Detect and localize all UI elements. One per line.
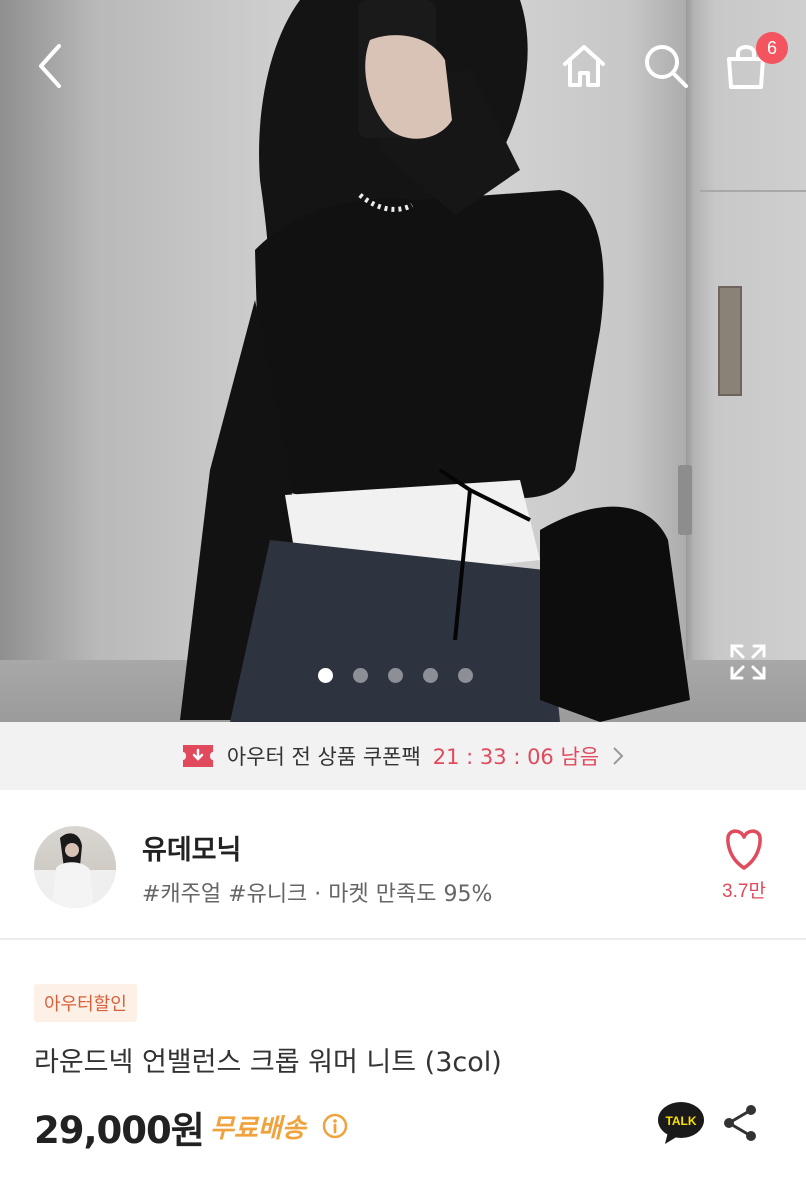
chevron-right-icon xyxy=(613,747,624,765)
black-knit-sweater xyxy=(255,190,604,499)
kakao-talk-icon: TALK xyxy=(658,1102,704,1144)
fullscreen-button[interactable] xyxy=(722,636,774,688)
gallery-dot[interactable] xyxy=(423,668,438,683)
like-count: 3.7만 xyxy=(722,881,766,902)
product-image[interactable] xyxy=(0,0,806,722)
store-avatar[interactable] xyxy=(34,826,116,908)
share-icon xyxy=(724,1105,756,1141)
product-price: 29,000원 xyxy=(34,1109,205,1152)
share-button[interactable] xyxy=(720,1102,762,1144)
expand-icon xyxy=(730,644,766,680)
home-icon xyxy=(563,45,605,87)
denim-jeans xyxy=(230,540,560,722)
info-icon[interactable] xyxy=(322,1113,348,1139)
search-button[interactable] xyxy=(636,36,696,96)
discount-badge: 아우터할인 xyxy=(34,984,137,1022)
product-title: 라운드넥 언밸런스 크롭 워머 니트 (3col) xyxy=(34,1047,502,1078)
store-name[interactable]: 유데모닉 xyxy=(142,828,241,867)
talk-label: TALK xyxy=(665,1114,696,1128)
search-icon xyxy=(645,45,688,88)
coupon-timer: 21 : 33 : 06 남음 xyxy=(432,745,600,769)
store-avatar-image xyxy=(34,833,116,908)
model-figure xyxy=(180,0,690,722)
coupon-text: 아우터 전 상품 쿠폰팩 xyxy=(226,745,421,769)
gallery-dot[interactable] xyxy=(458,668,473,683)
store-info: 유데모닉 #캐주얼 #유니크 · 마켓 만족도 95% 3.7만 xyxy=(0,790,806,940)
gallery-dot[interactable] xyxy=(318,668,333,683)
cart-count-badge: 6 xyxy=(756,32,788,64)
free-shipping-label: 무료배송 xyxy=(210,1114,306,1144)
coupon-ticket-icon xyxy=(182,745,213,767)
black-bag xyxy=(540,506,690,722)
store-tags: #캐주얼 #유니크 · 마켓 만족도 95% xyxy=(142,882,493,907)
gallery-pagination xyxy=(318,668,473,683)
back-arrow-icon xyxy=(39,44,61,88)
gallery-dot[interactable] xyxy=(353,668,368,683)
gallery-dot[interactable] xyxy=(388,668,403,683)
home-button[interactable] xyxy=(554,36,614,96)
heart-icon xyxy=(726,829,762,870)
coupon-banner[interactable]: 아우터 전 상품 쿠폰팩 21 : 33 : 06 남음 xyxy=(0,722,806,790)
kakao-talk-button[interactable]: TALK xyxy=(656,1100,706,1146)
back-button[interactable] xyxy=(22,36,78,96)
